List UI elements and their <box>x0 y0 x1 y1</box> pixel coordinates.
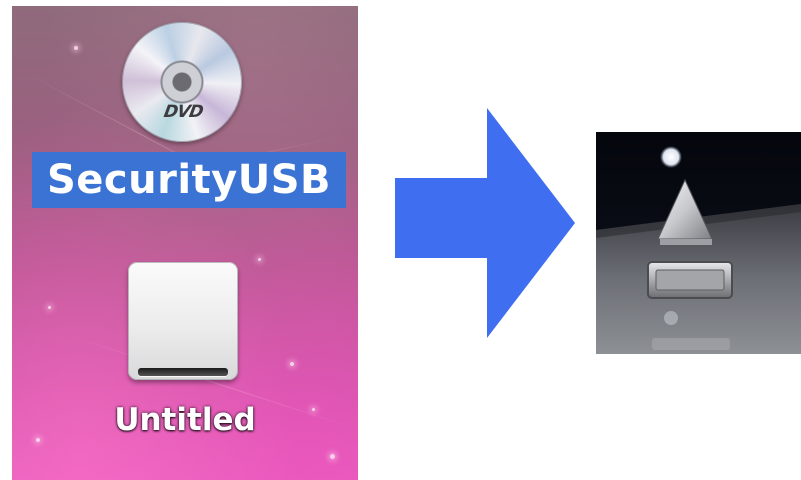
drive-slot <box>138 368 228 376</box>
volume-label-securityusb[interactable]: SecurityUSB <box>32 152 346 208</box>
boot-camp-eject-icon <box>596 132 801 354</box>
right-arrow-icon <box>395 108 575 338</box>
dvd-disc-icon[interactable]: DVD <box>122 22 242 142</box>
desktop-background: DVD SecurityUSB Untitled <box>12 6 358 480</box>
external-drive-icon[interactable] <box>128 262 238 386</box>
volume-label-untitled[interactable]: Untitled <box>82 402 288 438</box>
dvd-logo-text: DVD <box>162 102 205 122</box>
screenshot-stage: DVD SecurityUSB Untitled <box>0 0 801 480</box>
drive-body <box>128 262 238 380</box>
